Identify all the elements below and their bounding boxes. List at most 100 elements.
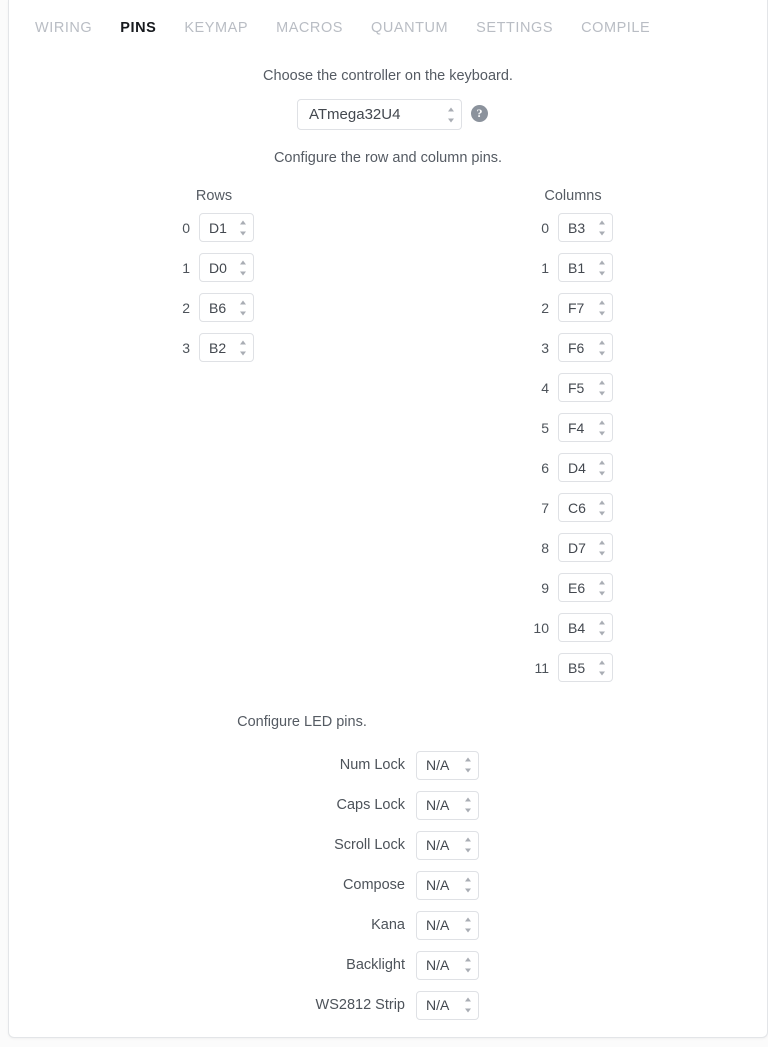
column-pin-row: 6 D4 [523,453,613,482]
led-pin-row: Scroll Lock N/A [289,825,479,865]
column-pin-select-11[interactable]: B5 [558,653,613,682]
column-pin-select-10[interactable]: B4 [558,613,613,642]
column-index-label: 0 [541,219,549,236]
led-pin-select-caps-lock[interactable]: N/A [416,790,479,820]
row-index-label: 2 [182,299,190,316]
column-index-label: 8 [541,539,549,556]
matrix-hint: Configure the row and column pins. [273,150,503,166]
pins-configuration-card: WIRING PINS KEYMAP MACROS QUANTUM SETTINGS COM… [8,0,768,1038]
column-pin-select-9[interactable]: E6 [558,573,613,602]
tab-wiring[interactable]: WIRING [21,14,106,42]
led-pin-select-kana[interactable]: N/A [416,910,479,940]
column-pin-row: 0 B3 [523,213,613,242]
column-pin-select-9-value: E6 [568,579,586,596]
row-pin-row: 0 D1 [164,213,254,242]
column-index-label: 11 [534,659,549,676]
row-pin-row: 2 B6 [164,293,254,322]
row-pin-select-2[interactable]: B6 [199,293,254,322]
led-pin-select-scroll-lock-value: N/A [426,837,450,853]
spinner-arrows-icon [239,300,246,315]
column-pin-select-7[interactable]: C6 [558,493,613,522]
led-pin-select-backlight[interactable]: N/A [416,950,479,980]
spinner-arrows-icon [464,797,471,813]
led-pin-label: WS2812 Strip [315,997,405,1013]
led-pin-label: Caps Lock [336,797,405,813]
spinner-arrows-icon [598,380,605,395]
tab-quantum[interactable]: QUANTUM [357,14,462,42]
tab-compile[interactable]: COMPILE [567,14,664,42]
column-pin-select-7-value: C6 [568,499,586,516]
help-icon[interactable]: ? [471,105,488,122]
column-index-label: 6 [541,459,549,476]
controller-select[interactable]: ATmega32U4 [297,99,462,130]
column-pin-row: 10 B4 [523,613,613,642]
column-pin-select-6[interactable]: D4 [558,453,613,482]
spinner-arrows-icon [239,260,246,275]
column-pin-select-0-value: B3 [568,219,586,236]
column-pin-row: 1 B1 [523,253,613,282]
led-pin-row: Backlight N/A [289,945,479,985]
led-pin-select-ws2812-strip-value: N/A [426,997,450,1013]
led-pin-label: Backlight [346,957,405,973]
row-pin-select-1-value: D0 [209,259,227,276]
spinner-arrows-icon [464,997,471,1013]
tab-keymap[interactable]: KEYMAP [170,14,262,42]
row-index-label: 3 [182,339,190,356]
spinner-arrows-icon [598,660,605,675]
column-pin-select-2[interactable]: F7 [558,293,613,322]
spinner-arrows-icon [598,260,605,275]
led-hint: Configure LED pins. [237,714,367,730]
row-pin-select-2-value: B6 [209,299,227,316]
column-pin-select-2-value: F7 [568,299,585,316]
column-pin-select-1[interactable]: B1 [558,253,613,282]
tab-settings[interactable]: SETTINGS [462,14,567,42]
led-pin-label: Scroll Lock [334,837,405,853]
led-pin-label: Num Lock [339,757,405,773]
led-pins-group: Num Lock N/A Caps Lock N/A Scroll Lock N/A Com… [289,745,479,1025]
column-pin-select-4[interactable]: F5 [558,373,613,402]
column-pin-select-0[interactable]: B3 [558,213,613,242]
led-pin-label: Kana [371,917,405,933]
led-pin-select-compose[interactable]: N/A [416,870,479,900]
column-pin-select-1-value: B1 [568,259,586,276]
tab-pins[interactable]: PINS [106,14,170,42]
controller-hint: Choose the controller on the keyboard. [263,68,513,84]
led-pin-select-scroll-lock[interactable]: N/A [416,830,479,860]
column-pin-select-3[interactable]: F6 [558,333,613,362]
spinner-arrows-icon [598,420,605,435]
row-index-label: 0 [182,219,190,236]
spinner-arrows-icon [598,460,605,475]
column-pin-select-8-value: D7 [568,539,586,556]
controller-select-value: ATmega32U4 [309,106,401,123]
column-pin-select-5-value: F4 [568,419,585,436]
column-pin-select-5[interactable]: F4 [558,413,613,442]
led-pin-select-caps-lock-value: N/A [426,797,450,813]
spinner-arrows-icon [239,340,246,355]
column-index-label: 5 [541,419,549,436]
tab-macros[interactable]: MACROS [262,14,357,42]
led-pin-row: Num Lock N/A [289,745,479,785]
tab-bar: WIRING PINS KEYMAP MACROS QUANTUM SETTINGS COM… [9,0,767,56]
row-pin-select-0[interactable]: D1 [199,213,254,242]
column-pin-select-8[interactable]: D7 [558,533,613,562]
column-index-label: 10 [533,619,549,636]
spinner-arrows-icon [464,877,471,893]
column-pin-select-4-value: F5 [568,379,585,396]
led-pin-row: WS2812 Strip N/A [289,985,479,1025]
row-pin-select-1[interactable]: D0 [199,253,254,282]
columns-header: Columns [544,188,602,204]
row-index-label: 1 [182,259,190,276]
spinner-arrows-icon [598,300,605,315]
led-pin-row: Compose N/A [289,865,479,905]
spinner-arrows-icon [598,540,605,555]
spinner-arrows-icon [464,917,471,933]
column-index-label: 3 [541,339,549,356]
spinner-arrows-icon [598,620,605,635]
spinner-arrows-icon [598,340,605,355]
spinner-arrows-icon [464,757,471,773]
row-pin-select-3[interactable]: B2 [199,333,254,362]
led-pin-select-ws2812-strip[interactable]: N/A [416,990,479,1020]
spinner-arrows-icon [598,220,605,235]
led-pin-select-num-lock[interactable]: N/A [416,750,479,780]
column-pin-row: 4 F5 [523,373,613,402]
